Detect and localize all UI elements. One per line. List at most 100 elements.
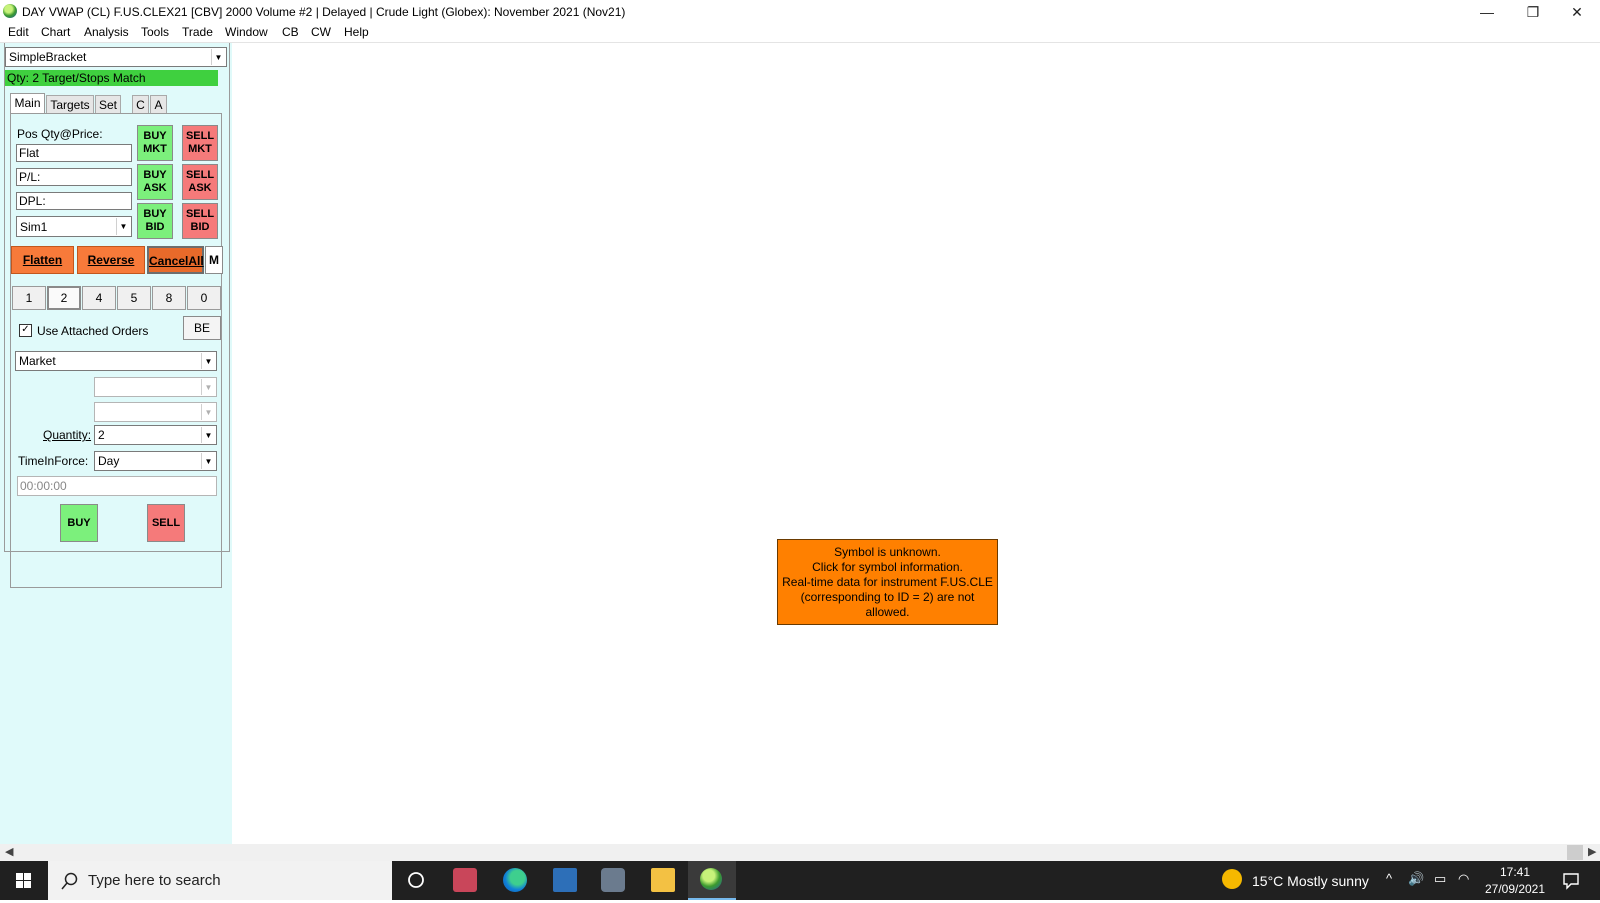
menu-trade[interactable]: Trade	[182, 25, 213, 39]
price-2-select: ▼	[94, 402, 217, 422]
scroll-thumb[interactable]	[1567, 845, 1583, 860]
qty-0-button[interactable]: 0	[187, 286, 221, 310]
tab-set[interactable]: Set	[95, 95, 121, 113]
breakeven-button[interactable]: BE	[183, 316, 221, 340]
sell-bid-line1: SELL	[185, 208, 215, 220]
qty-5-button[interactable]: 5	[117, 286, 151, 310]
start-button[interactable]	[0, 861, 48, 900]
sell-market-line2: MKT	[188, 143, 212, 155]
buy-bid-button[interactable]: BUY BID	[137, 203, 173, 239]
close-button[interactable]: ✕	[1554, 0, 1600, 24]
buy-button[interactable]: BUY	[60, 504, 98, 542]
trading-app-icon	[700, 868, 722, 890]
account-value: Sim1	[20, 220, 48, 234]
menu-edit[interactable]: Edit	[8, 25, 29, 39]
wifi-icon[interactable]: ◠	[1458, 871, 1469, 887]
buy-ask-line2: ASK	[143, 182, 167, 194]
menu-window[interactable]: Window	[225, 25, 268, 39]
file-explorer-icon[interactable]	[651, 868, 675, 892]
weather-text[interactable]: 15°C Mostly sunny	[1252, 873, 1369, 889]
qty-1-button[interactable]: 1	[12, 286, 46, 310]
price-1-select: ▼	[94, 377, 217, 397]
message-line-2: Click for symbol information.	[812, 560, 963, 574]
pl-field: P/L:	[16, 168, 132, 186]
sell-bid-line2: BID	[190, 221, 210, 233]
tif-label: TimeInForce:	[18, 454, 89, 468]
quantity-select[interactable]: 2 ▼	[94, 425, 217, 445]
chevron-down-icon: ▼	[201, 379, 215, 395]
menu-cb[interactable]: CB	[282, 25, 299, 39]
menu-cw[interactable]: CW	[311, 25, 331, 39]
clock-date: 27/09/2021	[1484, 882, 1546, 896]
message-line-5: allowed.	[865, 605, 910, 619]
scroll-right-icon[interactable]: ▶	[1588, 845, 1596, 858]
app-globe-icon	[3, 4, 17, 18]
battery-icon[interactable]: ▭	[1434, 871, 1446, 887]
chevron-down-icon: ▼	[201, 404, 215, 420]
buy-bid-line1: BUY	[143, 208, 167, 220]
m-button[interactable]: M	[205, 246, 223, 274]
menu-help[interactable]: Help	[344, 25, 369, 39]
chevron-down-icon: ▼	[116, 218, 130, 235]
sell-bid-button[interactable]: SELL BID	[182, 203, 218, 239]
position-field: Flat	[16, 144, 132, 162]
order-type-select[interactable]: Market ▼	[15, 351, 217, 371]
buy-market-button[interactable]: BUY MKT	[137, 125, 173, 161]
quantity-value: 2	[98, 428, 105, 442]
sell-ask-line2: ASK	[188, 182, 212, 194]
weather-icon[interactable]	[1222, 869, 1242, 889]
sell-ask-line1: SELL	[185, 169, 215, 181]
reverse-button[interactable]: Reverse	[77, 246, 145, 274]
volume-icon[interactable]: 🔊	[1408, 871, 1424, 887]
buy-ask-line1: BUY	[143, 169, 167, 181]
sell-market-button[interactable]: SELL MKT	[182, 125, 218, 161]
horizontal-scrollbar[interactable]: ◀ ▶	[0, 844, 1600, 861]
symbol-unknown-message[interactable]: Symbol is unknown. Click for symbol info…	[777, 539, 998, 625]
taskbar-clock[interactable]: 17:41 27/09/2021	[1480, 864, 1550, 898]
qty-4-button[interactable]: 4	[82, 286, 116, 310]
message-line-4: (corresponding to ID = 2) are not	[800, 590, 975, 604]
buy-ask-button[interactable]: BUY ASK	[137, 164, 173, 200]
task-view-icon[interactable]	[404, 868, 428, 892]
search-placeholder: Type here to search	[88, 872, 221, 889]
status-bar: Qty: 2 Target/Stops Match	[5, 70, 218, 86]
message-line-3: Real-time data for instrument F.US.CLE	[782, 575, 993, 589]
tab-a[interactable]: A	[150, 95, 167, 113]
minimize-button[interactable]: —	[1464, 0, 1510, 24]
tif-select[interactable]: Day ▼	[94, 451, 217, 471]
buy-market-line2: MKT	[143, 143, 167, 155]
menu-tools[interactable]: Tools	[141, 25, 169, 39]
flatten-button[interactable]: Flatten	[11, 246, 74, 274]
tif-value: Day	[98, 454, 120, 468]
menu-chart[interactable]: Chart	[41, 25, 70, 39]
strategy-select[interactable]: SimpleBracket ▼	[5, 47, 227, 67]
restore-button[interactable]: ❐	[1510, 0, 1556, 24]
taskbar-search-box[interactable]: Type here to search	[48, 861, 392, 900]
active-app-slot[interactable]	[688, 861, 736, 900]
menu-analysis[interactable]: Analysis	[84, 25, 129, 39]
photos-app-icon[interactable]	[553, 868, 577, 892]
tab-targets[interactable]: Targets	[46, 95, 94, 113]
strategy-value: SimpleBracket	[9, 50, 87, 64]
photo-app-icon[interactable]	[453, 868, 477, 892]
notifications-icon[interactable]	[1562, 872, 1580, 890]
account-select[interactable]: Sim1 ▼	[16, 216, 132, 237]
tab-main[interactable]: Main	[10, 93, 45, 114]
qty-8-button[interactable]: 8	[152, 286, 186, 310]
tab-c[interactable]: C	[132, 95, 149, 113]
cancel-all-button[interactable]: CancelAll	[147, 246, 204, 274]
clock-time: 17:41	[1499, 865, 1531, 879]
sell-button[interactable]: SELL	[147, 504, 185, 542]
dpl-field: DPL:	[16, 192, 132, 210]
quantity-label: Quantity:	[43, 428, 92, 442]
buy-market-line1: BUY	[143, 130, 167, 142]
qty-2-button[interactable]: 2	[47, 286, 81, 310]
show-hidden-icons-icon[interactable]: ^	[1386, 871, 1392, 886]
taskbar: Type here to search 15°C Mostly sunny ^ …	[0, 861, 1600, 900]
edge-browser-icon[interactable]	[503, 868, 527, 892]
scroll-left-icon[interactable]: ◀	[5, 845, 13, 858]
use-attached-checkbox[interactable]: ✓	[19, 324, 32, 337]
sell-ask-button[interactable]: SELL ASK	[182, 164, 218, 200]
camera-app-icon[interactable]	[601, 868, 625, 892]
order-type-value: Market	[19, 354, 56, 368]
